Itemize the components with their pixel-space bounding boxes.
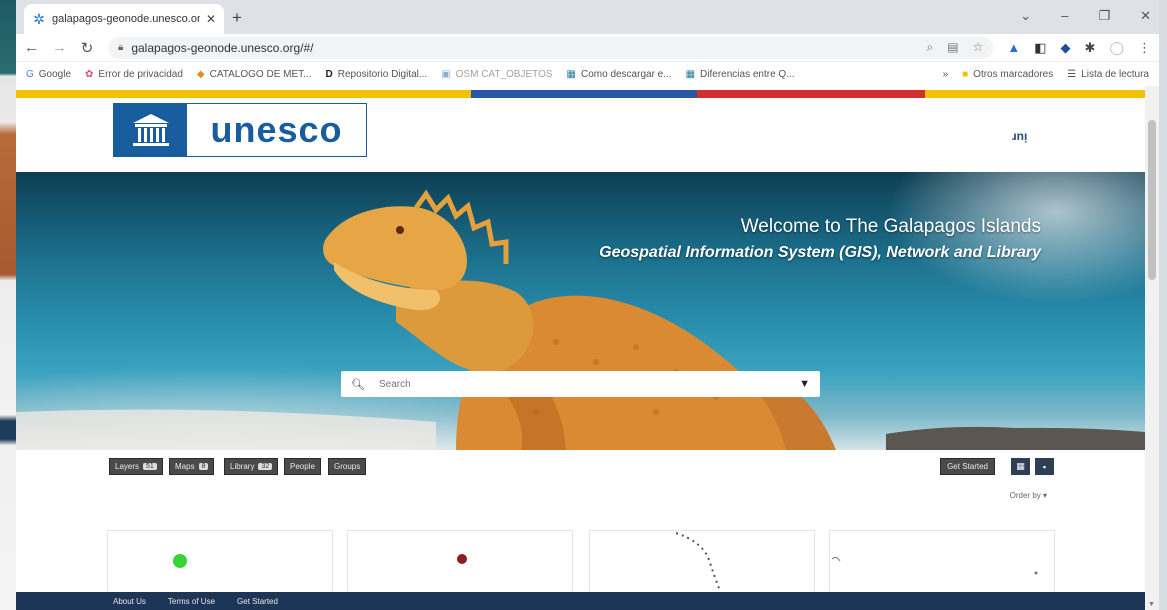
unesco-temple-icon (114, 104, 187, 156)
resource-card[interactable] (829, 530, 1055, 594)
window-controls: ⌄ – ❐ ✕ (1020, 8, 1151, 24)
bookmarks-right: » ■ Otros marcadores ☰ Lista de lectura (943, 69, 1149, 80)
bookmark-catalogo[interactable]: ◆ CATALOGO DE MET... (197, 69, 312, 80)
search-bar: 🔍︎ ▼ (341, 371, 820, 397)
card-thumbnail (457, 554, 467, 564)
filter-maps-button[interactable]: Maps 8 (169, 458, 215, 475)
repository-icon: D (325, 68, 333, 80)
tab-strip: ✲ galapagos-geonode.unesco.org ✕ + ⌄ – ❐… (16, 0, 1159, 34)
tab-close-icon[interactable]: ✕ (206, 12, 216, 26)
page-scrollbar[interactable]: ▼ (1145, 86, 1159, 610)
zoom-icon[interactable]: ⌕ (927, 40, 934, 55)
site-header: unesco ɹnᴉ (16, 94, 1145, 172)
grid-view-icon[interactable]: ▦ (1011, 458, 1030, 475)
reload-icon[interactable]: ↻ (80, 39, 94, 57)
extension-a-icon[interactable]: ▲ (1007, 40, 1020, 56)
footer-terms-link[interactable]: Terms of Use (168, 597, 215, 606)
hero-title: Welcome to The Galapagos Islands (740, 216, 1041, 237)
filter-people-button[interactable]: People (284, 458, 321, 475)
close-window-button[interactable]: ✕ (1140, 8, 1151, 24)
forward-arrow-icon[interactable]: → (52, 39, 67, 56)
back-arrow-icon[interactable]: ← (24, 39, 39, 56)
extensions-area: ▲ ◧ ◆ ✱ ◯ ⋮ (1007, 40, 1151, 56)
doc-icon: ▦ (566, 68, 576, 80)
reading-list[interactable]: ☰ Lista de lectura (1067, 69, 1149, 80)
count-badge: 32 (258, 463, 273, 470)
footer-about-link[interactable]: About Us (113, 597, 146, 606)
hero-subtitle: Geospatial Information System (GIS), Net… (599, 244, 1041, 261)
profile-avatar-icon[interactable]: ◯ (1109, 40, 1124, 56)
browser-tab[interactable]: ✲ galapagos-geonode.unesco.org ✕ (24, 4, 224, 34)
browser-toolbar: ← → ↻ 🔒︎ galapagos-geonode.unesco.org/#/… (16, 34, 1159, 62)
extension-c-icon[interactable]: ◆ (1061, 40, 1071, 56)
bookmark-error-privacidad[interactable]: ✿ Error de privacidad (85, 69, 183, 80)
restore-button[interactable]: ❐ (1098, 8, 1110, 24)
list-view-icon[interactable]: ▪ (1035, 458, 1054, 475)
site-footer: About Us Terms of Use Get Started (16, 592, 1145, 610)
resource-card[interactable] (347, 530, 573, 594)
resource-card[interactable] (589, 530, 815, 594)
bookmarks-overflow-icon[interactable]: » (943, 69, 949, 80)
scroll-down-arrow-icon[interactable]: ▼ (1148, 601, 1155, 608)
scrollbar-thumb[interactable] (1148, 120, 1156, 280)
filter-library-button[interactable]: Library 32 (224, 458, 279, 475)
doc-icon: ▦ (685, 68, 696, 80)
flower-icon: ✿ (85, 68, 94, 80)
footer-get-started-link[interactable]: Get Started (237, 597, 278, 606)
filter-groups-button[interactable]: Groups (328, 458, 367, 475)
omnibox-actions: ⌕ ▤ ☆ (927, 40, 984, 55)
reading-list-icon: ☰ (1067, 68, 1077, 80)
bookmark-repositorio[interactable]: D Repositorio Digital... (325, 69, 427, 80)
url-text[interactable]: galapagos-geonode.unesco.org/#/ (131, 41, 918, 55)
unesco-logo[interactable]: unesco (113, 103, 367, 157)
extensions-puzzle-icon[interactable]: ✱ (1085, 40, 1096, 56)
card-thumbnail (675, 532, 721, 592)
hero-banner: Welcome to The Galapagos Islands Geospat… (16, 172, 1145, 450)
count-badge: 8 (198, 463, 209, 470)
tab-search-icon[interactable]: ⌄ (1020, 8, 1031, 24)
address-bar[interactable]: 🔒︎ galapagos-geonode.unesco.org/#/ ⌕ ▤ ☆ (108, 36, 994, 59)
osm-icon: ▣ (441, 68, 451, 80)
order-by-dropdown[interactable]: Order by ▾ (1010, 491, 1047, 500)
resource-grid (16, 530, 1145, 594)
count-badge: 51 (143, 463, 157, 470)
filter-icon[interactable]: ▼ (799, 378, 810, 390)
lock-icon[interactable]: 🔒︎ (118, 42, 123, 53)
card-thumbnail (173, 554, 187, 568)
search-input[interactable] (378, 378, 786, 390)
google-icon: G (26, 68, 34, 80)
minimize-button[interactable]: – (1061, 8, 1068, 24)
bookmark-star-icon[interactable]: ☆ (973, 40, 984, 55)
bookmark-google[interactable]: G Google (26, 69, 71, 80)
resource-card[interactable] (107, 530, 333, 594)
iguana-illustration (16, 189, 1145, 450)
bookmark-osm[interactable]: ▣ OSM CAT_OBJETOS (441, 69, 552, 80)
site-favicon-icon: ✲ (33, 10, 45, 27)
tab-title: galapagos-geonode.unesco.org (52, 13, 200, 25)
get-started-button[interactable]: Get Started (940, 458, 995, 475)
card-thumbnail (831, 556, 1038, 575)
search-icon[interactable]: 🔍︎ (351, 378, 365, 391)
resource-filters: Layers 51 Maps 8 Library 32 People Groups G… (16, 458, 1145, 482)
browser-menu-icon[interactable]: ⋮ (1138, 40, 1151, 56)
bookmark-diferencias[interactable]: ▦ Diferencias entre Q... (686, 69, 795, 80)
bookmarks-bar: G Google ✿ Error de privacidad ◆ CATALOGO D… (16, 62, 1159, 86)
new-tab-button[interactable]: + (232, 8, 242, 28)
bookmark-como-descargar[interactable]: ▦ Como descargar e... (567, 69, 672, 80)
desktop-background-right (1159, 0, 1167, 610)
browser-window: ✲ galapagos-geonode.unesco.org ✕ + ⌄ – ❐… (16, 0, 1159, 610)
translate-icon[interactable]: ▤ (947, 40, 958, 55)
language-selector[interactable]: ɹnᴉ (1012, 129, 1027, 143)
web-page: unesco ɹnᴉ Welcome to The Galapagos Isla… (16, 86, 1145, 610)
other-bookmarks-folder[interactable]: ■ Otros marcadores (962, 69, 1053, 80)
extension-b-icon[interactable]: ◧ (1034, 40, 1046, 56)
unesco-wordmark: unesco (210, 109, 343, 150)
filter-layers-button[interactable]: Layers 51 (109, 458, 163, 475)
folder-icon: ■ (962, 68, 969, 80)
desktop-background-left (0, 0, 16, 610)
catalog-icon: ◆ (196, 68, 205, 80)
